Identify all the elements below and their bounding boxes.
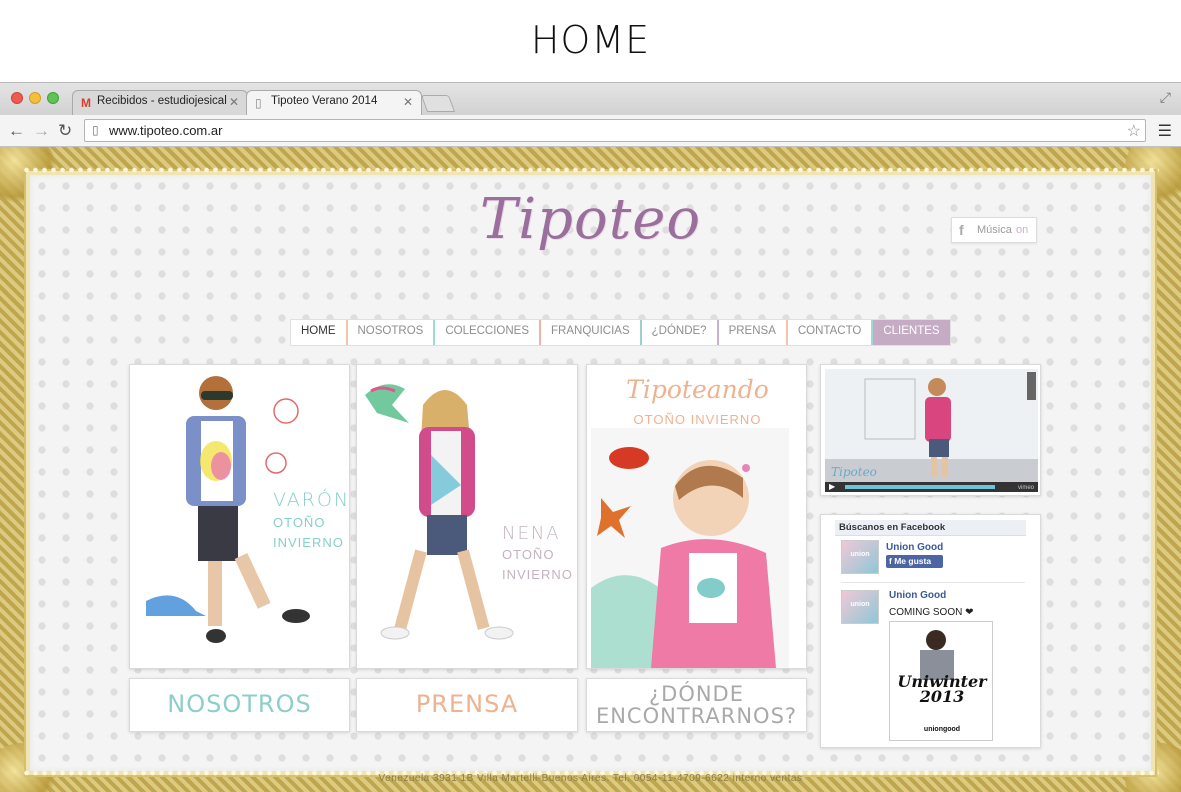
browser-window: M Recibidos - estudiojesical ✕ ▯ Tipoteo… — [0, 82, 1181, 792]
divider — [841, 582, 1025, 583]
music-toggle-button[interactable]: f Música on — [951, 217, 1037, 243]
close-icon[interactable]: ✕ — [229, 95, 239, 109]
website-viewport: Tipoteo f Música on HOME NOSOTROS COLECC… — [0, 147, 1181, 792]
facebook-page-name[interactable]: Union Good — [886, 542, 943, 553]
video-progress-bar[interactable] — [845, 485, 995, 489]
nav-prensa[interactable]: PRENSA — [719, 320, 788, 345]
post-author-name[interactable]: Union Good — [889, 590, 946, 601]
video-player[interactable]: Tipoteo ▶ vimeo — [820, 364, 1041, 496]
button-line: ENCONTRARNOS? — [595, 704, 798, 728]
play-icon[interactable]: ▶ — [829, 482, 835, 491]
facebook-widget-header: Búscanos en Facebook — [835, 520, 1026, 536]
url-text[interactable]: www.tipoteo.com.ar — [109, 123, 222, 138]
tab-label: Tipoteo Verano 2014 — [271, 95, 378, 107]
card-tipoteando[interactable]: Tipoteando OTOÑO INVIERNO — [586, 364, 807, 669]
tab-gmail[interactable]: M Recibidos - estudiojesical ✕ — [72, 90, 248, 115]
video-frame[interactable]: Tipoteo ▶ vimeo — [825, 369, 1038, 492]
video-controls[interactable]: ▶ vimeo — [825, 482, 1038, 492]
music-label: Música — [977, 224, 1012, 236]
fullscreen-icon[interactable]: ⤢ — [1160, 89, 1171, 106]
page-heading: HOME — [530, 18, 651, 62]
post-image-brand: uniongood — [923, 726, 961, 733]
gmail-icon: M — [81, 96, 91, 110]
nav-donde[interactable]: ¿DÓNDE? — [642, 320, 719, 345]
forward-arrow-icon[interactable]: → — [33, 121, 50, 141]
main-nav: HOME NOSOTROS COLECCIONES FRANQUICIAS ¿D… — [290, 319, 951, 346]
video-sidebar-icons[interactable] — [1027, 372, 1036, 400]
close-window-button[interactable] — [11, 92, 23, 104]
girl-photo — [365, 384, 514, 640]
card-nena[interactable]: NENA OTOÑO INVIERNO — [356, 364, 578, 669]
address-bar[interactable]: ▯ www.tipoteo.com.ar ☆ — [84, 119, 1146, 142]
card-varon[interactable]: VARÓN OTOÑO INVIERNO — [129, 364, 350, 669]
card-subtitle: OTOÑO — [273, 515, 326, 530]
page-avatar[interactable]: union — [841, 540, 879, 574]
pearl-border — [22, 167, 1159, 173]
prensa-button[interactable]: PRENSA — [356, 678, 578, 732]
button-line: ¿DÓNDE — [649, 682, 744, 706]
tab-label: Recibidos - estudiojesical — [97, 95, 227, 107]
nav-colecciones[interactable]: COLECCIONES — [435, 320, 542, 345]
reload-icon[interactable]: ↻ — [58, 121, 72, 141]
browser-toolbar: ← → ↻ ▯ www.tipoteo.com.ar ☆ ☰ — [0, 115, 1181, 147]
tab-bar: M Recibidos - estudiojesical ✕ ▯ Tipoteo… — [0, 83, 1181, 115]
post-image-title: Uniwinter 2013 — [897, 672, 987, 706]
card-title: Tipoteando — [626, 375, 769, 404]
music-state: on — [1016, 224, 1029, 236]
baby-photo — [591, 428, 789, 668]
document-icon: ▯ — [255, 96, 262, 110]
facebook-f-icon: f — [959, 222, 964, 238]
new-tab-button[interactable] — [420, 95, 456, 112]
maximize-window-button[interactable] — [47, 92, 59, 104]
facebook-widget: Búscanos en Facebook union Union Good f … — [820, 514, 1041, 748]
bookmark-star-icon[interactable]: ☆ — [1127, 121, 1141, 141]
card-subtitle: INVIERNO — [273, 535, 344, 550]
nav-contacto[interactable]: CONTACTO — [788, 320, 874, 345]
nav-franquicias[interactable]: FRANQUICIAS — [541, 320, 642, 345]
like-label: Me gusta — [894, 556, 932, 566]
menu-icon[interactable]: ☰ — [1158, 121, 1172, 141]
close-icon[interactable]: ✕ — [403, 95, 413, 109]
site-footer: Venezuela 3931 1B Villa Martelli-Buenos … — [378, 773, 803, 784]
video-overlay-text: Tipoteo — [831, 465, 877, 479]
like-button[interactable]: f Me gusta — [886, 555, 943, 568]
back-arrow-icon[interactable]: ← — [8, 121, 25, 141]
nav-home[interactable]: HOME — [291, 320, 348, 345]
post-author-avatar[interactable]: union — [841, 590, 879, 624]
card-subtitle: OTOÑO INVIERNO — [633, 412, 762, 427]
card-subtitle: INVIERNO — [502, 567, 573, 582]
vimeo-logo[interactable]: vimeo — [1018, 485, 1034, 491]
post-image[interactable]: Uniwinter 2013 uniongood — [889, 621, 993, 741]
nav-nosotros[interactable]: NOSOTROS — [348, 320, 436, 345]
donde-encontrarnos-button[interactable]: ¿DÓNDE ENCONTRARNOS? — [586, 678, 807, 732]
minimize-window-button[interactable] — [29, 92, 41, 104]
tab-tipoteo[interactable]: ▯ Tipoteo Verano 2014 ✕ — [246, 90, 422, 115]
card-title: VARÓN — [273, 489, 350, 511]
post-text: COMING SOON ❤ — [889, 607, 974, 618]
nav-clientes[interactable]: CLIENTES — [873, 320, 950, 345]
page-icon: ▯ — [92, 123, 99, 137]
nosotros-button[interactable]: NOSOTROS — [129, 678, 350, 732]
card-title: NENA — [502, 523, 561, 544]
card-subtitle: OTOÑO — [502, 547, 555, 562]
